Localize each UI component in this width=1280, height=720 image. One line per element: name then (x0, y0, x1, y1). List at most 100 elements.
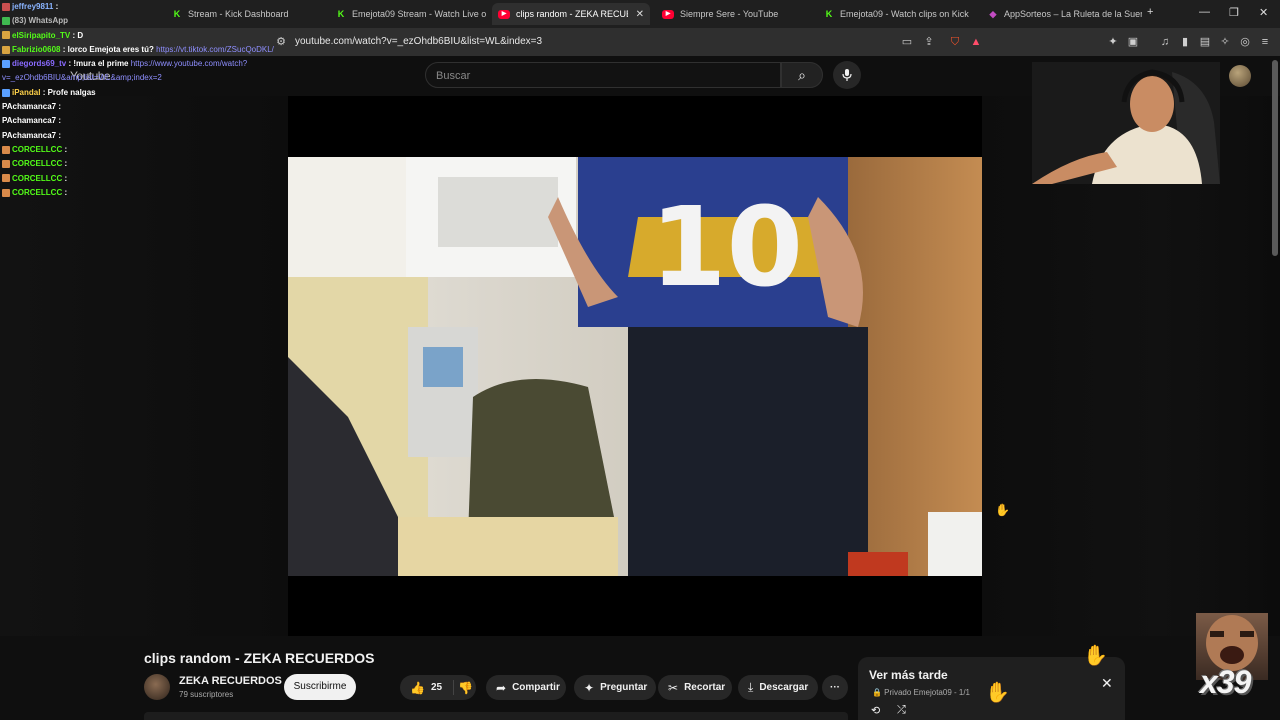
playlist-title[interactable]: Ver más tarde (869, 668, 948, 682)
tab-label: AppSorteos – La Ruleta de la Suerte (1004, 9, 1142, 19)
minimize-button[interactable]: — (1199, 6, 1210, 18)
chat-message: CORCELLCC : (2, 172, 287, 186)
screen: K Stream - Kick Dashboard K Emejota09 St… (0, 0, 1280, 720)
scissors-icon: ✂ (668, 680, 679, 695)
chat-link[interactable]: https://www.youtube.com/watch? (131, 59, 248, 68)
page-scrollbar[interactable] (1272, 60, 1278, 256)
brave-shield-icon[interactable]: ⛉ (948, 35, 962, 49)
chat-username[interactable]: elSiripapito_TV (12, 31, 70, 40)
new-tab-button[interactable]: + (1147, 6, 1153, 18)
chat-username[interactable]: PAchamanca7 (2, 116, 56, 125)
account-avatar[interactable] (1229, 65, 1251, 87)
chat-badge-icon (2, 160, 10, 169)
subscribe-button[interactable]: Suscribirme (284, 674, 356, 700)
chat-username[interactable]: (83) WhatsApp (12, 16, 68, 25)
playlist-subtitle: 🔒 Privado Emejota09 - 1/1 (872, 688, 971, 697)
chat-text: : (58, 102, 62, 112)
chat-username[interactable]: CORCELLCC (12, 159, 62, 168)
share-label: Compartir (512, 682, 560, 693)
tab-kick-clips[interactable]: K Emejota09 - Watch clips on Kick (818, 3, 978, 25)
chat-username[interactable]: Fabrizio0608 (12, 45, 60, 54)
chat-link[interactable]: https://vt.tiktok.com/ZSucQoDKL/ (156, 45, 274, 54)
chat-badge-icon (2, 188, 10, 197)
channel-name[interactable]: ZEKA RECUERDOS (179, 675, 282, 687)
ask-button[interactable]: ✦ Preguntar (574, 675, 656, 700)
chat-message: iPandal : Profe nalgas (2, 86, 287, 100)
share-icon[interactable]: ⇪ (922, 35, 936, 49)
chat-username[interactable]: CORCELLCC (12, 188, 62, 197)
chat-text: : (55, 2, 59, 11)
chat-badge-icon (2, 145, 10, 154)
screenshot-icon[interactable]: ▣ (1126, 35, 1140, 49)
chat-link[interactable]: v=_ezOhdb6BIU&amp;list=WL&amp;index=2 (2, 73, 162, 82)
chat-username[interactable]: iPandal (12, 88, 40, 97)
chat-username[interactable]: PAchamanca7 (2, 131, 56, 140)
mic-icon[interactable] (833, 61, 861, 89)
menu-icon[interactable]: ≡ (1258, 35, 1272, 49)
youtube-icon: ▶ (498, 9, 510, 19)
subscriber-count: 79 suscriptores (179, 690, 234, 699)
chat-message: Fabrizio0608 : lorco Emejota eres tú? ht… (2, 43, 287, 57)
url-field[interactable]: youtube.com/watch?v=_ezOhdb6BIU&list=WL&… (295, 36, 542, 47)
chat-text: : (64, 173, 68, 183)
search-icon[interactable]: ⌕ (781, 62, 823, 88)
chat-text: : (64, 159, 68, 169)
dislike-icon[interactable]: 👎 (458, 681, 473, 695)
description-box[interactable] (144, 712, 848, 720)
tab-youtube-siempre[interactable]: ▶ Siempre Sere - YouTube (656, 3, 814, 25)
extensions-icon[interactable]: ✦ (1106, 35, 1120, 49)
download-button[interactable]: ⤓ Descargar (738, 675, 818, 700)
chat-badge-icon (2, 60, 10, 69)
like-count[interactable]: 25 (431, 682, 442, 693)
kick-icon: K (337, 9, 345, 19)
video-frame[interactable]: 10 (288, 157, 982, 576)
tab-kick-stream[interactable]: K Emejota09 Stream - Watch Live on K (330, 3, 486, 25)
close-window-button[interactable]: ✕ (1259, 6, 1268, 19)
chat-message: CORCELLCC : (2, 143, 287, 157)
chat-username[interactable]: diegords69_tv (12, 59, 66, 68)
loop-icon[interactable]: ⟲ (871, 704, 880, 717)
tab-label: Siempre Sere - YouTube (680, 9, 779, 19)
close-icon[interactable]: ✕ (1101, 675, 1113, 692)
chat-message: (83) WhatsApp (2, 14, 287, 28)
chat-text: : (58, 116, 62, 126)
maximize-button[interactable]: ❐ (1229, 6, 1239, 19)
chat-message: PAchamanca7 : (2, 114, 287, 128)
chat-username[interactable]: CORCELLCC (12, 145, 62, 154)
like-icon[interactable]: 👍 (410, 681, 425, 695)
sparkle-icon: ✦ (584, 680, 595, 695)
share-button[interactable]: ➦ Compartir (486, 675, 566, 700)
cast-icon[interactable]: ▭ (900, 35, 914, 49)
chat-username[interactable]: CORCELLCC (12, 174, 62, 183)
clip-button[interactable]: ✂ Recortar (658, 675, 732, 700)
chat-badge-icon (2, 2, 10, 11)
appsorteos-icon: ◆ (989, 9, 997, 19)
vpn-icon[interactable]: ◎ (1238, 35, 1252, 49)
shuffle-icon[interactable]: ⤮ (897, 704, 906, 717)
more-actions-button[interactable]: ··· (822, 675, 848, 700)
streamer-webcam (1032, 62, 1220, 184)
tab-label: clips random - ZEKA RECUERD (516, 9, 628, 19)
download-icon: ⤓ (748, 680, 754, 694)
channel-avatar[interactable] (144, 674, 170, 700)
chat-text: : lorco Emejota eres tú? (62, 44, 154, 54)
music-icon[interactable]: ♫ (1158, 35, 1172, 49)
chat-username[interactable]: jeffrey9811 (12, 2, 53, 11)
youtube-icon: ▶ (662, 9, 674, 19)
sidebar-icon[interactable]: ▮ (1178, 35, 1192, 49)
stream-chat-overlay: jeffrey9811 : (83) WhatsApp elSiripapito_T… (2, 0, 287, 200)
close-icon[interactable]: ✕ (636, 9, 644, 20)
rewards-icon[interactable]: ▲ (969, 35, 983, 49)
wallet-icon[interactable]: ▤ (1198, 35, 1212, 49)
chat-username[interactable]: PAchamanca7 (2, 102, 56, 111)
share-arrow-icon: ➦ (496, 680, 507, 695)
chat-text: : D (72, 30, 84, 40)
leo-ai-icon[interactable]: ✧ (1218, 35, 1232, 49)
clap-icon: ✋ (1083, 645, 1108, 667)
tab-appsorteos[interactable]: ◆ AppSorteos – La Ruleta de la Suerte (982, 3, 1142, 25)
tab-youtube-clips[interactable]: ▶ clips random - ZEKA RECUERD ✕ (492, 3, 650, 25)
chat-message: PAchamanca7 : (2, 100, 287, 114)
chat-message: diegords69_tv : !mura el prime https://w… (2, 57, 287, 71)
chat-text: : (64, 144, 68, 154)
search-input[interactable]: Buscar (425, 62, 781, 88)
